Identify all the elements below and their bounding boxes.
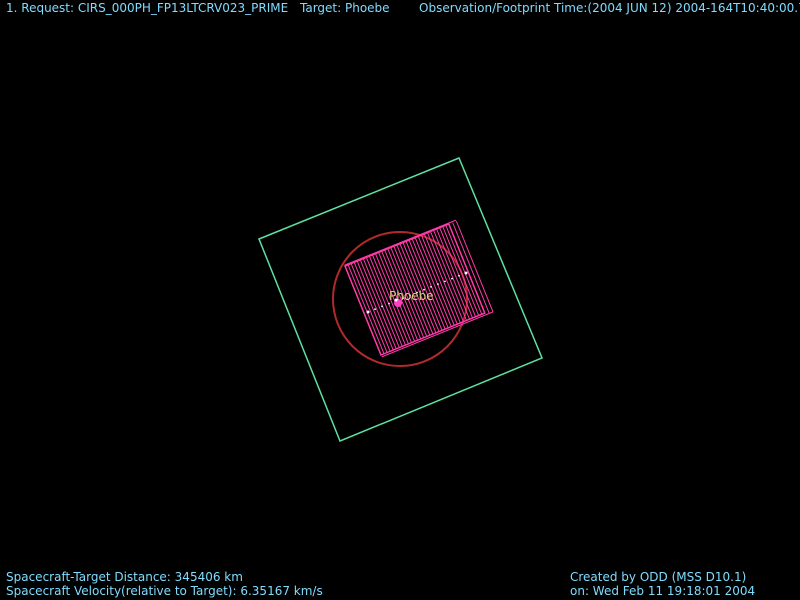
footprint-edge — [344, 219, 457, 266]
track-dot — [451, 277, 453, 280]
track-dot — [430, 286, 432, 288]
track-dot — [366, 310, 370, 314]
track-dot — [437, 283, 439, 285]
created-on-label: on: Wed Feb 11 19:18:01 2004 — [570, 584, 756, 598]
track-dot — [374, 308, 376, 311]
track-dot — [444, 280, 446, 283]
track-dot — [458, 274, 460, 277]
distance-label: Spacecraft-Target Distance: 345406 km — [6, 570, 243, 584]
footprint-plot: Phoebe — [258, 157, 543, 442]
created-by-label: Created by ODD (MSS D10.1) — [570, 570, 747, 584]
track-dot — [464, 271, 468, 275]
footprint-strip — [455, 220, 494, 313]
target-name-label: Phoebe — [389, 289, 434, 303]
track-dot — [381, 305, 383, 308]
velocity-label: Spacecraft Velocity(relative to Target):… — [6, 584, 323, 598]
